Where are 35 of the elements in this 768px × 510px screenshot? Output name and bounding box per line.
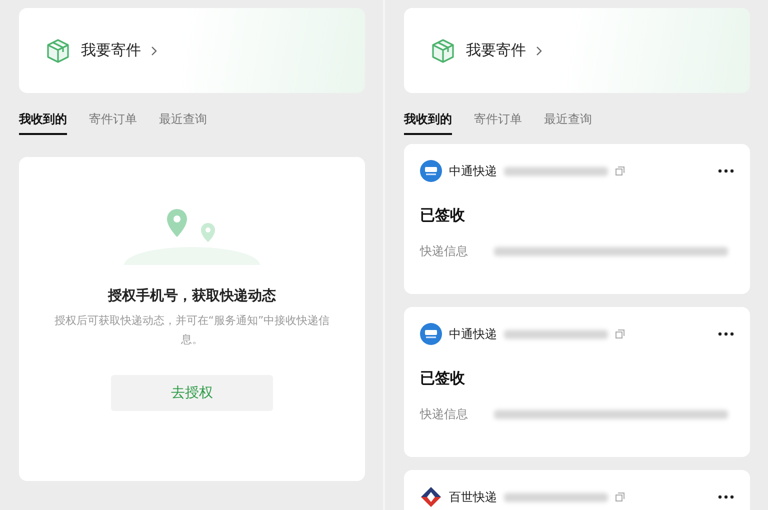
parcel-card[interactable]: 中通快递 已签收 快递信息 <box>404 307 750 457</box>
tab[interactable]: 寄件订单 <box>474 111 522 135</box>
tab[interactable]: 寄件订单 <box>89 111 137 135</box>
send-parcel-card[interactable]: 我要寄件 <box>19 8 365 93</box>
copy-icon <box>615 492 625 502</box>
more-options-icon[interactable] <box>718 495 734 499</box>
parcel-card[interactable]: 中通快递 已签收 快递信息 <box>404 144 750 294</box>
chevron-right-icon <box>151 46 157 56</box>
package-icon <box>45 38 71 64</box>
courier-logo-icon <box>420 160 442 182</box>
tab[interactable]: 最近查询 <box>544 111 592 135</box>
info-label: 快递信息 <box>420 406 468 423</box>
tab[interactable]: 我收到的 <box>404 111 452 135</box>
tab[interactable]: 最近查询 <box>159 111 207 135</box>
delivery-status: 已签收 <box>420 206 466 225</box>
parcel-card[interactable]: 百世快递 <box>404 470 750 510</box>
info-label: 快递信息 <box>420 243 468 260</box>
courier-name: 中通快递 <box>449 326 497 342</box>
more-options-icon[interactable] <box>718 332 734 336</box>
send-parcel-label: 我要寄件 <box>81 41 141 60</box>
courier-name: 百世快递 <box>449 488 497 506</box>
send-parcel-card[interactable]: 我要寄件 <box>404 8 750 93</box>
copy-icon <box>615 166 625 176</box>
chevron-right-icon <box>536 46 542 56</box>
send-parcel-label: 我要寄件 <box>466 41 526 60</box>
courier-logo-icon <box>420 323 442 345</box>
copy-icon <box>615 329 625 339</box>
tab[interactable]: 我收到的 <box>19 111 67 135</box>
auth-title: 授权手机号，获取快递动态 <box>108 287 276 305</box>
courier-name: 中通快递 <box>449 162 497 180</box>
courier-logo-icon <box>420 486 442 508</box>
delivery-status: 已签收 <box>420 369 466 388</box>
more-options-icon[interactable] <box>718 169 734 173</box>
package-icon <box>430 38 456 64</box>
auth-description: 授权后可获取快递动态，并可在“服务通知”中接收快递信息。 <box>53 313 331 348</box>
